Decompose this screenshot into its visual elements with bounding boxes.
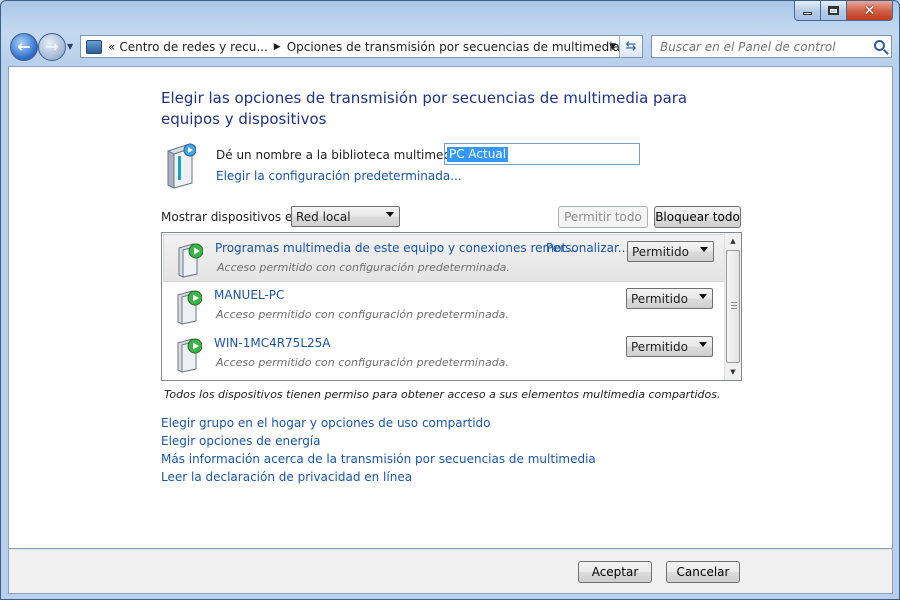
device-list: Programas multimedia de este equipo y co…: [161, 232, 742, 381]
back-arrow-icon: ←: [17, 37, 31, 56]
device-status: Acceso permitido con configuración prede…: [217, 261, 510, 274]
chevron-down-icon: [699, 294, 707, 299]
caption-buttons: ✕: [794, 1, 893, 21]
breadcrumb-item-network-center[interactable]: Centro de redes y recu...: [119, 40, 267, 54]
refresh-icon: ⇆: [625, 39, 637, 54]
streaming-info-link[interactable]: Más información acerca de la transmisión…: [161, 450, 596, 468]
address-bar[interactable]: « Centro de redes y recu... ▶ Opciones d…: [80, 35, 643, 58]
permission-value: Permitido: [631, 291, 688, 306]
power-options-link[interactable]: Elegir opciones de energía: [161, 432, 596, 450]
device-list-scrollbar[interactable]: ▲ ▼: [724, 233, 741, 380]
show-devices-dropdown[interactable]: Red local: [291, 206, 400, 227]
main-content: Elegir las opciones de transmisión por s…: [8, 66, 893, 549]
homegroup-sharing-link[interactable]: Elegir grupo en el hogar y opciones de u…: [161, 414, 596, 432]
search-input[interactable]: [658, 38, 868, 55]
chevron-down-icon: [699, 342, 707, 347]
maximize-button[interactable]: [821, 1, 847, 21]
cancel-button[interactable]: Cancelar: [666, 561, 740, 583]
show-devices-value: Red local: [296, 209, 351, 224]
address-history-dropdown[interactable]: ▼: [609, 42, 616, 52]
device-name[interactable]: Programas multimedia de este equipo y co…: [215, 241, 578, 255]
privacy-statement-link[interactable]: Leer la declaración de privacidad en lín…: [161, 468, 596, 486]
media-device-icon: [177, 290, 202, 325]
grip-icon: [731, 302, 737, 309]
permission-dropdown[interactable]: Permitido: [626, 288, 713, 309]
permission-note: Todos los dispositivos tienen permiso pa…: [164, 388, 721, 401]
device-status: Acceso permitido con configuración prede…: [216, 356, 509, 369]
device-row-local-programs[interactable]: Programas multimedia de este equipo y co…: [163, 234, 725, 282]
scroll-down-icon[interactable]: ▼: [725, 364, 741, 380]
permission-dropdown[interactable]: Permitido: [626, 336, 713, 357]
page-title: Elegir las opciones de transmisión por s…: [161, 89, 688, 128]
device-status: Acceso permitido con configuración prede…: [216, 308, 509, 321]
recent-pages-dropdown[interactable]: ▼: [67, 42, 73, 51]
search-box[interactable]: [651, 35, 892, 58]
customize-link[interactable]: Personalizar...: [546, 241, 629, 255]
choose-default-settings-link[interactable]: Elegir la configuración predeterminada..…: [216, 169, 462, 183]
media-device-icon: [178, 243, 203, 278]
maximize-icon: [828, 6, 839, 15]
close-icon: ✕: [863, 2, 876, 19]
scrollbar-thumb[interactable]: [726, 250, 740, 363]
breadcrumb-separator-icon[interactable]: ▶: [274, 42, 281, 52]
scroll-up-icon[interactable]: ▲: [725, 233, 741, 249]
permission-value: Permitido: [632, 244, 689, 259]
control-panel-icon: [86, 39, 102, 54]
device-name[interactable]: MANUEL-PC: [214, 288, 284, 302]
forward-button[interactable]: →: [38, 33, 66, 61]
device-row-manuel-pc[interactable]: MANUEL-PC Acceso permitido con configura…: [163, 282, 725, 330]
library-name-label: Dé un nombre a la biblioteca multimedia:: [216, 148, 466, 162]
device-name[interactable]: WIN-1MC4R75L25A: [214, 336, 330, 350]
minimize-icon: [803, 12, 812, 15]
device-row-win-pc[interactable]: WIN-1MC4R75L25A Acceso permitido con con…: [163, 330, 725, 378]
block-all-button[interactable]: Bloquear todo: [654, 206, 741, 228]
forward-arrow-icon: →: [45, 37, 59, 56]
chevron-down-icon: [386, 212, 394, 217]
allow-all-button[interactable]: Permitir todo: [558, 206, 648, 228]
permission-value: Permitido: [631, 339, 688, 354]
control-panel-window: ✕ ← → ▼ « Centro de redes y recu... ▶ Op…: [0, 0, 900, 600]
search-icon[interactable]: [874, 40, 885, 51]
dialog-footer: Aceptar Cancelar: [8, 549, 893, 594]
refresh-button[interactable]: ⇆: [619, 36, 642, 57]
library-name-value[interactable]: PC Actual: [447, 147, 509, 162]
permission-dropdown[interactable]: Permitido: [627, 241, 714, 262]
breadcrumb-overflow[interactable]: «: [108, 40, 115, 54]
related-links: Elegir grupo en el hogar y opciones de u…: [161, 414, 596, 486]
breadcrumb-item-media-streaming[interactable]: Opciones de transmisión por secuencias d…: [287, 40, 620, 54]
back-button[interactable]: ←: [10, 33, 38, 61]
show-devices-label: Mostrar dispositivos en:: [161, 210, 305, 224]
chevron-down-icon: [700, 247, 708, 252]
ok-button[interactable]: Aceptar: [578, 561, 652, 583]
media-device-icon: [177, 338, 202, 373]
minimize-button[interactable]: [794, 1, 821, 21]
media-server-icon: [167, 143, 196, 189]
close-button[interactable]: ✕: [847, 1, 893, 21]
